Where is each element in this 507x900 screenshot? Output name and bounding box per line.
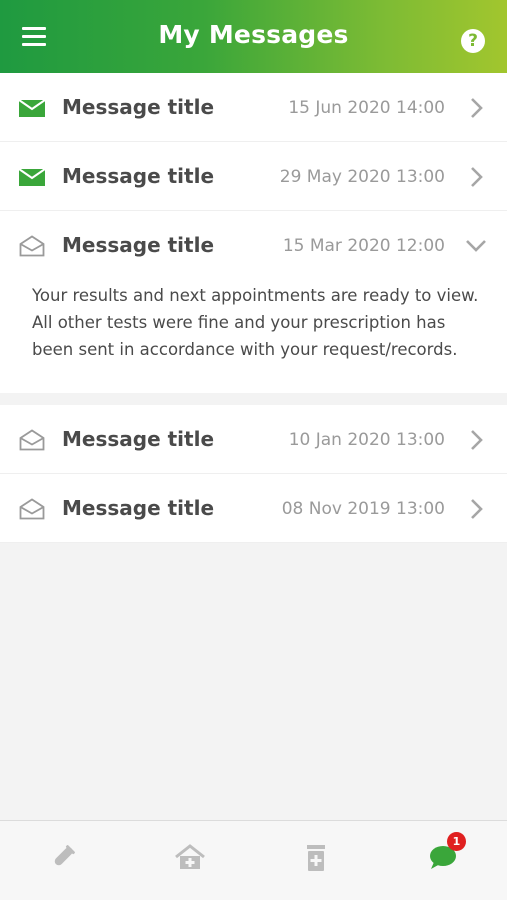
home-plus-icon (175, 844, 205, 869)
test-tube-icon (54, 845, 75, 866)
unread-envelope-icon (19, 168, 45, 186)
message-row[interactable]: Message title 10 Jan 2020 13:00 (0, 405, 507, 474)
message-body: Your results and next appointments are r… (32, 286, 479, 359)
message-title: Message title (62, 233, 215, 257)
message-title: Message title (62, 496, 215, 520)
medicine-bottle-icon (307, 845, 325, 871)
bottom-tab-bar (0, 820, 507, 900)
message-date: 15 Jun 2020 14:00 (288, 98, 445, 118)
page-title: My Messages (158, 20, 349, 49)
message-title: Message title (62, 95, 215, 119)
expanded-message: Message title 15 Mar 2020 12:00 Your res… (0, 211, 507, 393)
message-row[interactable]: Message title 15 Mar 2020 12:00 (0, 211, 507, 280)
open-envelope-icon (19, 498, 45, 520)
tab-home[interactable] (127, 821, 253, 900)
divider (0, 393, 507, 405)
help-icon[interactable]: ? (461, 29, 485, 53)
unread-envelope-icon (19, 99, 45, 117)
tab-tests[interactable] (0, 821, 126, 900)
message-date: 08 Nov 2019 13:00 (281, 499, 445, 519)
message-date: 10 Jan 2020 13:00 (288, 430, 445, 450)
tab-messages[interactable] (380, 821, 506, 900)
message-row[interactable]: Message title 29 May 2020 13:00 (0, 142, 507, 211)
message-row[interactable]: Message title 15 Jun 2020 14:00 (0, 73, 507, 142)
open-envelope-icon (19, 429, 45, 451)
tab-medicine[interactable] (253, 821, 379, 900)
chevron-right-icon (471, 499, 483, 519)
notification-badge: 1 (447, 832, 466, 851)
chevron-down-icon (466, 240, 486, 252)
message-list: Message title 15 Jun 2020 14:00 Message … (0, 73, 507, 543)
app-header: My Messages ? (0, 0, 507, 73)
chevron-right-icon (471, 430, 483, 450)
message-date: 29 May 2020 13:00 (279, 167, 445, 187)
chevron-right-icon (471, 167, 483, 187)
message-title: Message title (62, 427, 215, 451)
chevron-right-icon (471, 98, 483, 118)
message-date: 15 Mar 2020 12:00 (282, 236, 445, 256)
message-row[interactable]: Message title 08 Nov 2019 13:00 (0, 474, 507, 543)
open-envelope-icon (19, 235, 45, 257)
message-title: Message title (62, 164, 215, 188)
